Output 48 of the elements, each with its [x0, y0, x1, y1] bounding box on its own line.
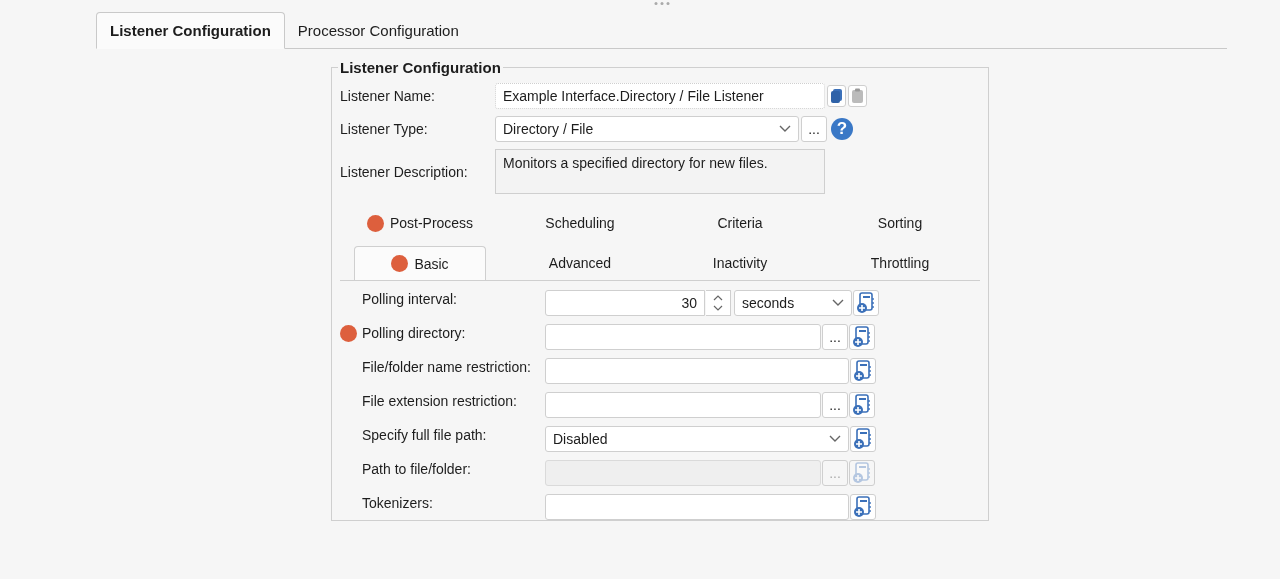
group-title: Listener Configuration — [339, 59, 502, 76]
field-label: Polling interval: — [362, 291, 457, 307]
tab[interactable]: Post-Process — [360, 206, 480, 240]
field-label: Listener Type: — [340, 121, 429, 137]
chevron-icon — [779, 125, 791, 133]
field-label: Listener Name: — [340, 88, 436, 104]
tab[interactable]: Inactivity — [706, 246, 774, 280]
tab[interactable]: Criteria — [711, 206, 769, 240]
tab[interactable]: Scheduling — [539, 206, 621, 240]
input-field[interactable] — [545, 324, 821, 350]
field-label: Tokenizers: — [362, 495, 433, 511]
add-variable-button[interactable] — [850, 358, 876, 384]
copy-button[interactable] — [827, 85, 846, 107]
tab[interactable]: Basic — [354, 246, 486, 280]
help-button[interactable]: ? — [831, 118, 853, 140]
browse-button[interactable]: ... — [801, 116, 827, 142]
field-label: File extension restriction: — [362, 393, 517, 409]
chevron-icon — [832, 299, 844, 307]
tab[interactable]: Processor Configuration — [284, 12, 472, 48]
add-variable-button[interactable] — [850, 494, 876, 520]
field-label: Polling directory: — [362, 325, 466, 341]
tab[interactable]: Throttling — [864, 246, 936, 280]
field-label: Specify full file path: — [362, 427, 487, 443]
input-field[interactable] — [545, 358, 849, 384]
input-field[interactable] — [545, 392, 821, 418]
add-variable-button[interactable] — [849, 324, 875, 350]
dropdown[interactable]: Disabled — [545, 426, 849, 452]
stepper-icon[interactable] — [706, 290, 731, 316]
field-label: File/folder name restriction: — [362, 359, 531, 375]
field-label: Listener Description: — [340, 163, 469, 180]
add-variable-button[interactable] — [849, 392, 875, 418]
input-field[interactable] — [545, 494, 849, 520]
number-field[interactable]: 30 — [545, 290, 705, 316]
description-field: Monitors a specified directory for new files. — [495, 149, 825, 194]
tab[interactable]: Listener Configuration — [96, 12, 285, 49]
grip-icon[interactable] — [654, 1, 670, 6]
add-variable-button[interactable] — [850, 426, 876, 452]
browse-button[interactable]: ... — [822, 324, 848, 350]
add-variable-button[interactable] — [853, 290, 879, 316]
field-label: Path to file/folder: — [362, 461, 471, 477]
dropdown[interactable]: Directory / File — [495, 116, 799, 142]
tab[interactable]: Advanced — [542, 246, 618, 280]
tab[interactable]: Sorting — [871, 206, 929, 240]
paste-button[interactable] — [848, 85, 867, 107]
unit-dropdown[interactable]: seconds — [734, 290, 852, 316]
input-field[interactable]: Example Interface.Directory / File Listener — [495, 83, 825, 109]
chevron-icon — [829, 435, 841, 443]
browse-button[interactable]: ... — [822, 392, 848, 418]
